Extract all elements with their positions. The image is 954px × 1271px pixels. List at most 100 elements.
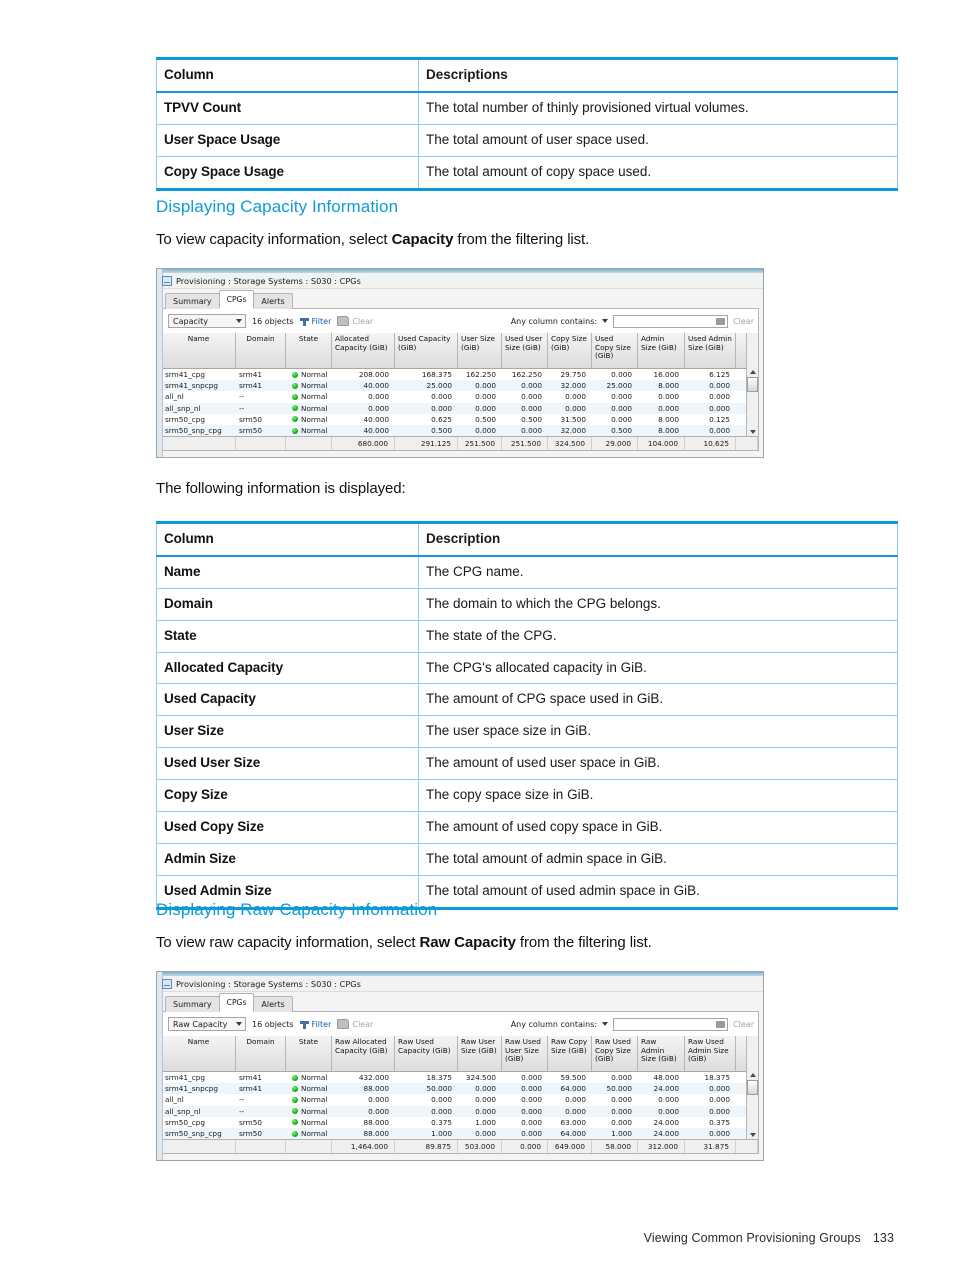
screenshot-raw-capacity-view[interactable]: Provisioning : Storage Systems : S030 : … <box>156 971 764 1162</box>
column-header[interactable]: Raw Used Admin Size (GiB) <box>685 1036 736 1071</box>
grid-row[interactable]: srm41_snpcpg srm41 Normal 40.000 25.000 0.000… <box>162 380 746 392</box>
vertical-scrollbar[interactable] <box>746 333 758 437</box>
search-clear-button-2[interactable]: Clear <box>733 1020 754 1029</box>
tab-cpgs[interactable]: CPGs <box>218 993 255 1012</box>
scroll-up-arrow-icon[interactable] <box>749 370 756 374</box>
column-header[interactable]: Raw Used User Size (GiB) <box>502 1036 548 1071</box>
search-clear-button[interactable]: Clear <box>733 317 754 326</box>
cell-state: Normal <box>286 1083 332 1094</box>
status-ok-icon <box>292 1119 298 1126</box>
toolbar[interactable]: Capacity 16 objects Filter Clear Any col… <box>161 309 759 333</box>
search-area[interactable]: Any column contains: Clear <box>511 314 754 328</box>
grid-totals-row: 680.000 291.125 251.500 251.500 324.500 29.00… <box>162 436 758 451</box>
column-header[interactable]: State <box>286 1036 332 1071</box>
column-header[interactable]: Name <box>162 333 236 368</box>
screenshot-capacity-view[interactable]: Provisioning : Storage Systems : S030 : … <box>156 268 764 459</box>
chevron-down-icon-2 <box>236 1022 242 1026</box>
table-row: Copy Space Usage The total amount of copy… <box>156 155 898 191</box>
grid-row[interactable]: srm50_cpg srm50 Normal 88.000 0.375 1.000 0.00… <box>162 1117 746 1128</box>
column-header[interactable]: Domain <box>236 1036 286 1071</box>
toolbar-2[interactable]: Raw Capacity 16 objects Filter Clear Any… <box>161 1012 759 1036</box>
cell-value: 0.000 <box>709 381 730 391</box>
column-header[interactable]: Name <box>162 1036 236 1071</box>
heading-displaying-capacity-information: Displaying Capacity Information <box>156 197 399 216</box>
filter-button-2[interactable]: Filter <box>299 1020 331 1029</box>
search-input-2[interactable] <box>613 1017 729 1031</box>
tab-summary[interactable]: Summary <box>165 293 220 309</box>
table-cell-column-name: TPVV Count <box>156 91 419 125</box>
scroll-down-arrow-icon-2[interactable] <box>749 1133 756 1138</box>
column-header[interactable]: Admin Size (GiB) <box>638 333 685 368</box>
grid-row[interactable]: all_snp_nl -- Normal 0.000 0.000 0.000 0.000 0.… <box>162 1105 746 1117</box>
column-header[interactable]: Used Admin Size (GiB) <box>685 333 736 368</box>
tab-strip-2[interactable]: Summary CPGs Alerts <box>161 993 759 1012</box>
tab-strip[interactable]: Summary CPGs Alerts <box>161 290 759 309</box>
cell-name: srm50_cpg <box>165 1117 205 1127</box>
column-header[interactable]: Used User Size (GiB) <box>502 333 548 368</box>
grid-row[interactable]: srm50_snp_cpg srm50 Normal 40.000 0.500 0.000… <box>162 424 746 437</box>
clear-filter-button[interactable]: Clear <box>337 316 373 326</box>
cell-value: 0.375 <box>709 1117 730 1127</box>
cpg-raw-data-grid[interactable]: Name Domain State Raw Allocated Capacity (G… <box>161 1036 759 1155</box>
column-header[interactable]: State <box>286 333 332 368</box>
column-header[interactable]: Used Copy Size (GiB) <box>592 333 638 368</box>
grid-header-row-2[interactable]: Name Domain State Raw Allocated Capacity (G… <box>162 1036 746 1072</box>
cpg-data-grid[interactable]: Name Domain State Allocated Capacity (GiB) U… <box>161 333 759 452</box>
cell-name: srm50_snp_cpg <box>165 426 222 436</box>
filter-button[interactable]: Filter <box>299 317 331 326</box>
scroll-up-arrow-icon-2[interactable] <box>749 1073 756 1077</box>
column-header[interactable]: Used Capacity (GiB) <box>395 333 458 368</box>
column-header[interactable]: Raw Copy Size (GiB) <box>548 1036 592 1071</box>
grid-rows[interactable]: srm41_cpg srm41 Normal 208.000 168.375 162.25… <box>162 369 746 437</box>
column-header[interactable]: Raw Used Copy Size (GiB) <box>592 1036 638 1071</box>
cell-value: 0.000 <box>521 1129 542 1139</box>
column-header[interactable]: Raw User Size (GiB) <box>458 1036 502 1071</box>
cell-value: 0.000 <box>431 392 452 402</box>
grid-row[interactable]: srm50_snp_cpg srm50 Normal 88.000 1.000 0.000… <box>162 1127 746 1140</box>
search-area-2[interactable]: Any column contains: Clear <box>511 1017 754 1031</box>
totals-cell: 251.500 <box>458 437 502 451</box>
grid-row[interactable]: srm41_cpg srm41 Normal 432.000 18.375 324.500… <box>162 1072 746 1083</box>
filter-view-select[interactable]: Capacity <box>168 314 246 328</box>
tab-summary[interactable]: Summary <box>165 996 220 1012</box>
search-scope-chevron-down-icon-2[interactable] <box>602 1022 609 1026</box>
clear-filter-button-2[interactable]: Clear <box>337 1019 373 1029</box>
status-ok-icon <box>292 1108 298 1115</box>
tab-cpgs[interactable]: CPGs <box>218 290 255 309</box>
scrollbar-thumb-2[interactable] <box>747 1080 758 1095</box>
totals-cell: 58.000 <box>592 1140 638 1154</box>
grid-row[interactable]: srm41_snpcpg srm41 Normal 88.000 50.000 0.000… <box>162 1083 746 1095</box>
grid-rows-2[interactable]: srm41_cpg srm41 Normal 432.000 18.375 324.500… <box>162 1072 746 1140</box>
column-header[interactable]: Allocated Capacity (GiB) <box>332 333 395 368</box>
cell-value: 162.250 <box>465 370 496 380</box>
grid-row[interactable]: srm50_cpg srm50 Normal 40.000 0.625 0.500 0.50… <box>162 414 746 425</box>
grid-row[interactable]: all_nl -- Normal 0.000 0.000 0.000 0.000 0.000 0… <box>162 391 746 402</box>
grid-row[interactable]: all_nl -- Normal 0.000 0.000 0.000 0.000 0.000 0… <box>162 1094 746 1105</box>
table-header-row: Column Description <box>156 520 898 557</box>
filter-view-select-2[interactable]: Raw Capacity <box>168 1017 246 1031</box>
column-header[interactable]: Raw Allocated Capacity (GiB) <box>332 1036 395 1071</box>
column-header[interactable]: Copy Size (GiB) <box>548 333 592 368</box>
vertical-scrollbar-2[interactable] <box>746 1036 758 1140</box>
search-icon-2 <box>716 1020 726 1028</box>
table-cell-column-name: User Space Usage <box>156 123 419 157</box>
cell-domain: srm41 <box>239 370 263 380</box>
grid-row[interactable]: srm41_cpg srm41 Normal 208.000 168.375 162.25… <box>162 369 746 380</box>
cell-value: 0.000 <box>475 381 496 391</box>
column-header[interactable]: User Size (GiB) <box>458 333 502 368</box>
table-cell-column-name: User Size <box>156 715 419 749</box>
tab-alerts[interactable]: Alerts <box>253 996 293 1012</box>
grid-row[interactable]: all_snp_nl -- Normal 0.000 0.000 0.000 0.000 0.… <box>162 402 746 414</box>
search-scope-chevron-down-icon[interactable] <box>602 319 609 323</box>
column-header[interactable]: Raw Admin Size (GiB) <box>638 1036 685 1071</box>
cell-value: 0.500 <box>611 426 632 436</box>
cell-name: srm50_snp_cpg <box>165 1129 222 1139</box>
scrollbar-thumb[interactable] <box>747 377 758 392</box>
column-header[interactable]: Raw Used Capacity (GiB) <box>395 1036 458 1071</box>
scroll-down-arrow-icon[interactable] <box>749 430 756 435</box>
column-header[interactable]: Domain <box>236 333 286 368</box>
totals-cell <box>162 1140 236 1154</box>
search-input[interactable] <box>613 314 729 328</box>
grid-header-row[interactable]: Name Domain State Allocated Capacity (GiB) U… <box>162 333 746 369</box>
tab-alerts[interactable]: Alerts <box>253 293 293 309</box>
